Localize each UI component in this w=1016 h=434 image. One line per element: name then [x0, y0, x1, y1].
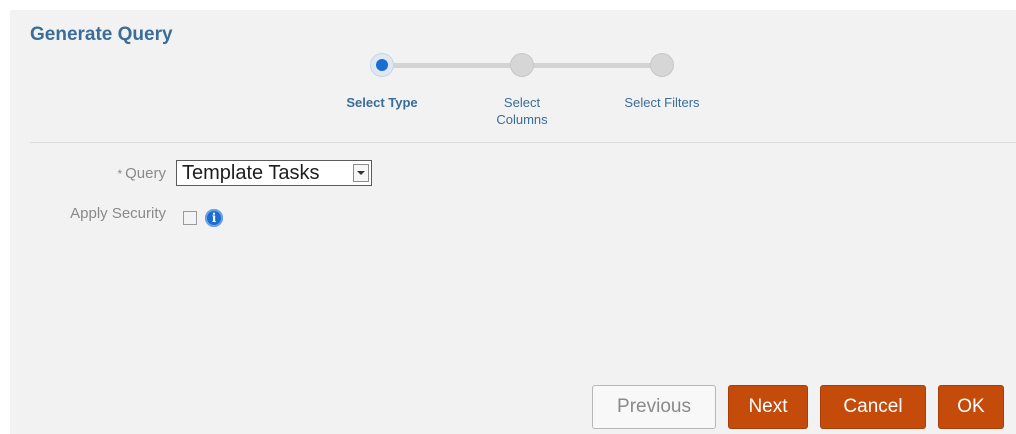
train-connector — [522, 63, 662, 68]
step-select-type-label[interactable]: Select Type — [322, 94, 442, 111]
apply-security-checkbox[interactable] — [183, 211, 197, 225]
query-label-text: Query — [125, 165, 166, 182]
step-select-columns-label-line1: Select — [503, 95, 541, 110]
next-button[interactable]: Next — [728, 385, 808, 429]
query-select[interactable]: Template Tasks — [176, 160, 372, 186]
info-icon[interactable]: i — [205, 209, 223, 227]
train-connector — [382, 63, 520, 68]
cancel-button[interactable]: Cancel — [820, 385, 926, 429]
dialog-title: Generate Query — [30, 24, 173, 45]
step-select-type-marker[interactable] — [370, 53, 394, 77]
apply-security-label: Apply Security — [70, 205, 166, 222]
generate-query-dialog: Generate Query Select Type Select Column… — [10, 10, 1016, 434]
previous-button[interactable]: Previous — [592, 385, 716, 429]
header-divider — [30, 142, 1016, 143]
dropdown-arrow-icon[interactable] — [353, 164, 369, 182]
required-marker: * — [117, 167, 123, 181]
step-select-columns-label[interactable]: Select Columns — [462, 94, 582, 128]
step-select-columns-label-line2: Columns — [496, 112, 548, 127]
step-train: Select Type Select Columns Select Filter… — [310, 48, 750, 138]
query-label: * Query — [80, 165, 166, 182]
ok-button[interactable]: OK — [938, 385, 1004, 429]
query-select-value: Template Tasks — [182, 162, 320, 184]
step-select-columns-marker[interactable] — [510, 53, 534, 77]
step-select-filters-label[interactable]: Select Filters — [602, 94, 722, 111]
step-select-filters-marker[interactable] — [650, 53, 674, 77]
